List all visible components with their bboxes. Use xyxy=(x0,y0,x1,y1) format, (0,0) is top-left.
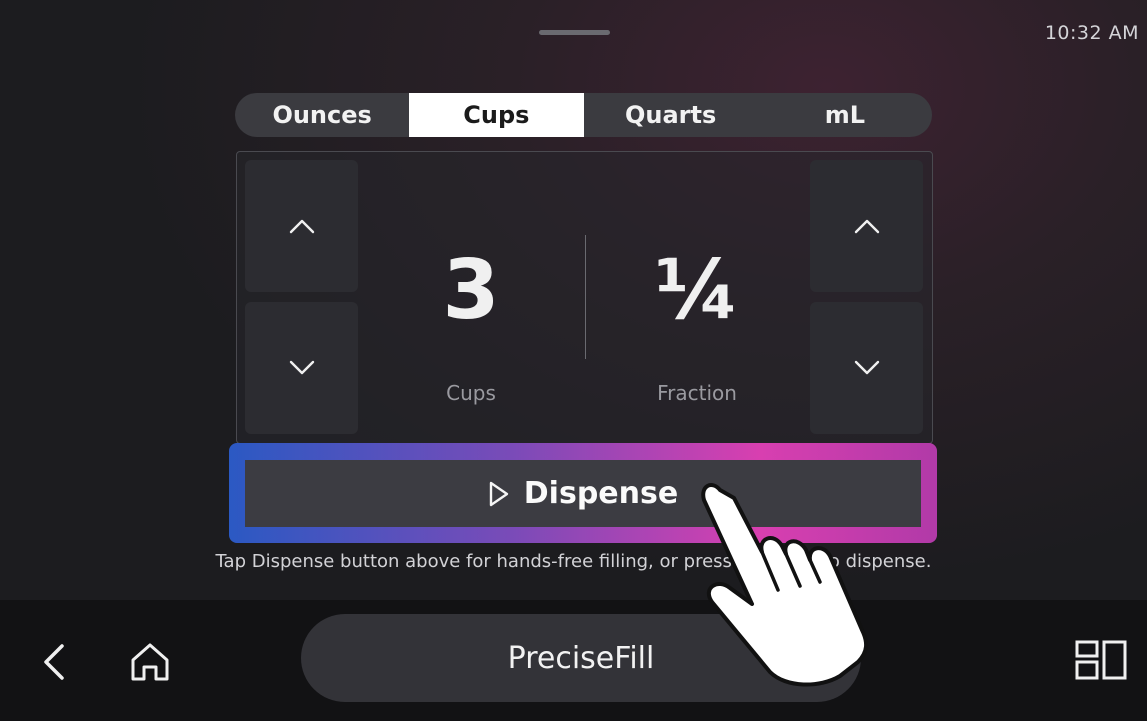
fraction-value: ¼ xyxy=(654,243,740,338)
whole-increase-button[interactable] xyxy=(245,160,358,292)
chevron-down-icon xyxy=(289,360,314,375)
bottom-nav-bar: PreciseFill xyxy=(0,600,1147,721)
fraction-increase-button[interactable] xyxy=(810,160,923,292)
amount-panel: 3 Cups ¼ Fraction xyxy=(236,151,933,444)
value-divider xyxy=(585,235,586,359)
home-icon[interactable] xyxy=(128,640,172,684)
fraction-decrease-button[interactable] xyxy=(810,302,923,434)
chevron-down-icon xyxy=(854,360,879,375)
drag-handle[interactable] xyxy=(539,30,610,35)
dispense-hint: Tap Dispense button above for hands-free… xyxy=(215,551,932,572)
tab-cups[interactable]: Cups xyxy=(409,93,584,137)
chevron-left-icon[interactable] xyxy=(40,642,68,682)
dispense-label: Dispense xyxy=(523,476,679,511)
chevron-up-icon xyxy=(289,219,314,234)
layout-icon[interactable] xyxy=(1075,640,1127,680)
tab-ounces[interactable]: Ounces xyxy=(235,93,409,137)
unit-selector: Ounces Cups Quarts mL xyxy=(235,93,932,137)
tab-quarts[interactable]: Quarts xyxy=(584,93,758,137)
whole-decrease-button[interactable] xyxy=(245,302,358,434)
pointing-hand-icon xyxy=(701,483,869,687)
whole-unit-label: Cups xyxy=(446,381,496,405)
tab-ml[interactable]: mL xyxy=(758,93,932,137)
play-outline-icon xyxy=(489,481,508,506)
fraction-label: Fraction xyxy=(657,381,737,405)
whole-value: 3 xyxy=(442,243,500,338)
chevron-up-icon xyxy=(854,219,879,234)
status-clock: 10:32 AM xyxy=(1044,22,1139,44)
app-name: PreciseFill xyxy=(507,640,655,676)
